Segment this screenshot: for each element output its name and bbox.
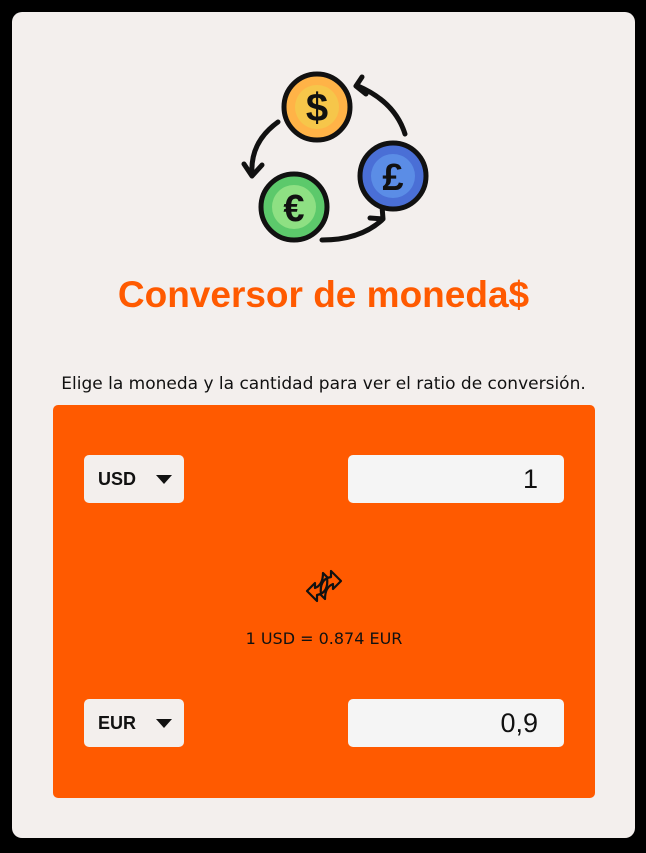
page-subtitle: Elige la moneda y la cantidad para ver e… <box>61 374 586 394</box>
to-currency-value: EUR <box>98 712 137 733</box>
svg-text:$: $ <box>306 86 328 130</box>
to-amount-input[interactable] <box>348 699 564 747</box>
euro-coin-icon: € <box>258 171 330 243</box>
from-currency-select[interactable]: USD <box>84 455 184 503</box>
currency-exchange-logo: $ £ € <box>241 71 429 243</box>
converter-panel: USD 1 USD = 0.874 EUR EUR <box>53 405 595 798</box>
from-currency-value: USD <box>98 468 137 489</box>
dollar-coin-icon: $ <box>281 71 353 143</box>
svg-text:£: £ <box>382 157 403 199</box>
converter-card: $ £ € Conversor de moneda$ Elige la mone… <box>12 12 635 838</box>
pound-coin-icon: £ <box>357 140 429 212</box>
page-title: Conversor de moneda$ <box>117 274 530 315</box>
chevron-down-icon <box>156 475 172 484</box>
svg-text:€: € <box>283 188 304 230</box>
conversion-rate: 1 USD = 0.874 EUR <box>245 629 403 648</box>
chevron-down-icon <box>156 719 172 728</box>
from-amount-input[interactable] <box>348 455 564 503</box>
to-currency-select[interactable]: EUR <box>84 699 184 747</box>
swap-arrows-icon[interactable] <box>301 561 347 611</box>
